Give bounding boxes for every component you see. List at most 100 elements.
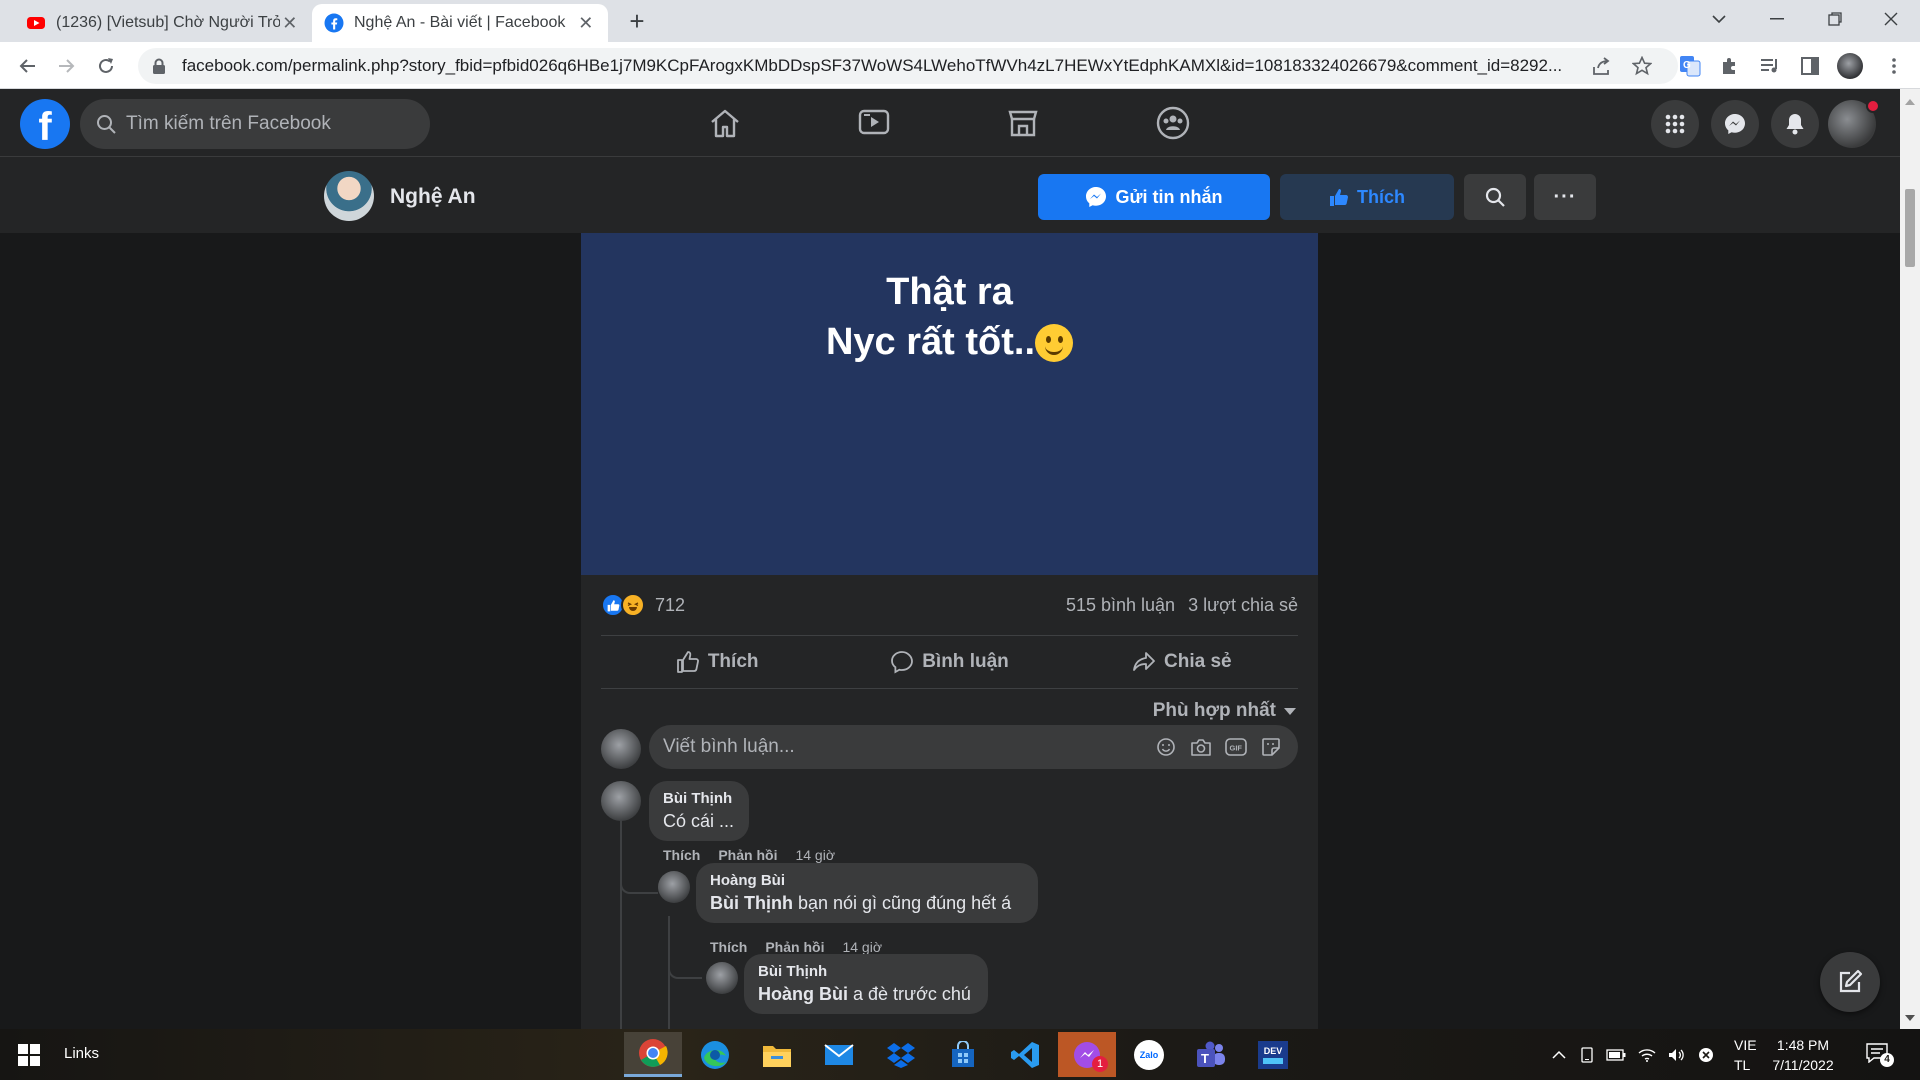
new-message-button[interactable]: [1820, 952, 1880, 1012]
edge-icon[interactable]: [686, 1032, 744, 1077]
device-icon[interactable]: [1580, 1046, 1594, 1063]
send-message-button[interactable]: Gửi tin nhắn: [1038, 174, 1270, 220]
reaction-count[interactable]: 712: [655, 595, 685, 616]
side-panel-icon[interactable]: [1796, 52, 1824, 80]
reload-icon[interactable]: [90, 50, 122, 82]
watch-icon[interactable]: [818, 97, 930, 149]
comment-time[interactable]: 14 giờ: [842, 939, 882, 955]
camera-icon[interactable]: [1189, 735, 1213, 759]
scroll-up-arrow-icon[interactable]: [1905, 99, 1915, 105]
links-toolbar[interactable]: Links: [64, 1045, 99, 1062]
search-input[interactable]: [126, 113, 406, 135]
post-image[interactable]: Thật ra Nyc rất tốt..: [581, 233, 1318, 575]
comment-author[interactable]: Bùi Thịnh: [663, 789, 735, 809]
zalo-icon[interactable]: Zalo: [1120, 1032, 1178, 1077]
facebook-search[interactable]: [80, 99, 430, 149]
teams-icon[interactable]: T: [1182, 1032, 1240, 1077]
browser-tab-facebook[interactable]: Nghệ An - Bài viết | Facebook ✕: [312, 4, 608, 42]
comment-mention[interactable]: Hoàng Bùi: [758, 984, 848, 1004]
like-post-button[interactable]: Thích: [601, 636, 833, 688]
dropbox-icon[interactable]: [872, 1032, 930, 1077]
notification-center-icon[interactable]: 4: [1866, 1043, 1894, 1067]
notifications-icon[interactable]: [1771, 100, 1819, 148]
close-window-icon[interactable]: [1862, 0, 1920, 38]
volume-icon[interactable]: [1668, 1048, 1686, 1062]
chevron-up-icon[interactable]: [1552, 1050, 1566, 1059]
emoji-icon[interactable]: [1154, 735, 1178, 759]
profile-avatar[interactable]: [1836, 52, 1864, 80]
comment-box[interactable]: GIF: [649, 725, 1298, 769]
share-post-button[interactable]: Chia sẻ: [1066, 636, 1298, 688]
commenter-avatar[interactable]: [706, 962, 738, 994]
status-x-icon[interactable]: [1698, 1047, 1714, 1063]
browser-tab-strip: (1236) [Vietsub] Chờ Người Trở Lại ✕ Ngh…: [0, 0, 1920, 42]
messenger-icon[interactable]: [1711, 100, 1759, 148]
sticker-icon[interactable]: [1259, 735, 1283, 759]
comment-reply-link[interactable]: Phản hồi: [718, 847, 777, 863]
new-tab-button[interactable]: +: [622, 6, 652, 36]
page-scrollbar[interactable]: [1900, 89, 1920, 1029]
shares-count[interactable]: 3 lượt chia sẻ: [1188, 595, 1298, 615]
address-bar[interactable]: facebook.com/permalink.php?story_fbid=pf…: [138, 48, 1678, 84]
comment-like-link[interactable]: Thích: [710, 939, 747, 955]
my-avatar[interactable]: [601, 729, 641, 769]
devc-icon[interactable]: DEV: [1244, 1032, 1302, 1077]
page-more-button[interactable]: ···: [1534, 174, 1596, 220]
messenger-badge: 1: [1092, 1056, 1108, 1072]
windows-start-icon[interactable]: [18, 1044, 40, 1066]
minimize-window-icon[interactable]: [1748, 0, 1806, 38]
chrome-icon[interactable]: [624, 1032, 682, 1077]
haha-reaction-icon[interactable]: [621, 593, 645, 617]
forward-arrow-icon[interactable]: [50, 50, 82, 82]
page-name[interactable]: Nghệ An: [390, 185, 476, 209]
wifi-icon[interactable]: [1638, 1048, 1656, 1062]
browser-tab-youtube[interactable]: (1236) [Vietsub] Chờ Người Trở Lại ✕: [14, 4, 312, 42]
comment-author[interactable]: Hoàng Bùi: [710, 871, 1024, 891]
browser-menu-icon[interactable]: [1880, 52, 1908, 80]
scrollbar-thumb[interactable]: [1905, 189, 1915, 267]
comment-mention[interactable]: Bùi Thịnh: [710, 893, 793, 913]
file-explorer-icon[interactable]: [748, 1032, 806, 1077]
close-tab-icon[interactable]: ✕: [280, 13, 300, 34]
comment-author[interactable]: Bùi Thịnh: [758, 962, 974, 982]
comment-reply-link[interactable]: Phản hồi: [765, 939, 824, 955]
comment-post-button[interactable]: Bình luận: [833, 636, 1065, 688]
home-icon[interactable]: [669, 97, 781, 149]
close-tab-icon[interactable]: ✕: [576, 13, 596, 34]
share-arrow-icon: [1133, 652, 1155, 671]
comment-time[interactable]: 14 giờ: [795, 847, 835, 863]
share-page-icon[interactable]: [1588, 52, 1616, 80]
page-avatar[interactable]: [324, 171, 374, 221]
post-counts: 515 bình luận 3 lượt chia sẻ: [1066, 595, 1298, 616]
comment-bubble: Hoàng Bùi Bùi Thịnh bạn nói gì cũng đúng…: [696, 863, 1038, 923]
like-page-button[interactable]: Thích: [1280, 174, 1454, 220]
post-card: Thật ra Nyc rất tốt.. 712 515 bình luận …: [581, 233, 1318, 1029]
post-image-text-line2: Nyc rất tốt..: [581, 317, 1318, 367]
commenter-avatar[interactable]: [658, 871, 690, 903]
messenger-app-icon[interactable]: 1: [1058, 1032, 1116, 1077]
comment-input[interactable]: [663, 736, 1143, 758]
battery-icon[interactable]: [1606, 1048, 1626, 1061]
page-search-button[interactable]: [1464, 174, 1526, 220]
restore-window-icon[interactable]: [1806, 0, 1864, 38]
back-arrow-icon[interactable]: [12, 50, 44, 82]
facebook-logo[interactable]: f: [20, 99, 70, 149]
tab-search-chevron-icon[interactable]: [1690, 0, 1748, 38]
bookmark-star-icon[interactable]: [1628, 52, 1656, 80]
system-clock[interactable]: 1:48 PM 7/11/2022: [1760, 1035, 1846, 1075]
comment-like-link[interactable]: Thích: [663, 847, 700, 863]
comments-count[interactable]: 515 bình luận: [1066, 595, 1175, 615]
google-translate-icon[interactable]: G: [1676, 52, 1704, 80]
menu-grid-icon[interactable]: [1651, 100, 1699, 148]
marketplace-icon[interactable]: [967, 97, 1079, 149]
extensions-puzzle-icon[interactable]: [1716, 52, 1744, 80]
scroll-down-arrow-icon[interactable]: [1905, 1015, 1915, 1021]
gif-icon[interactable]: GIF: [1224, 735, 1248, 759]
commenter-avatar[interactable]: [601, 781, 641, 821]
mail-icon[interactable]: [810, 1032, 868, 1077]
media-control-icon[interactable]: [1756, 52, 1784, 80]
language-indicator[interactable]: VIE TL: [1734, 1035, 1757, 1075]
groups-icon[interactable]: [1117, 97, 1229, 149]
vscode-icon[interactable]: [996, 1032, 1054, 1077]
store-icon[interactable]: [934, 1032, 992, 1077]
